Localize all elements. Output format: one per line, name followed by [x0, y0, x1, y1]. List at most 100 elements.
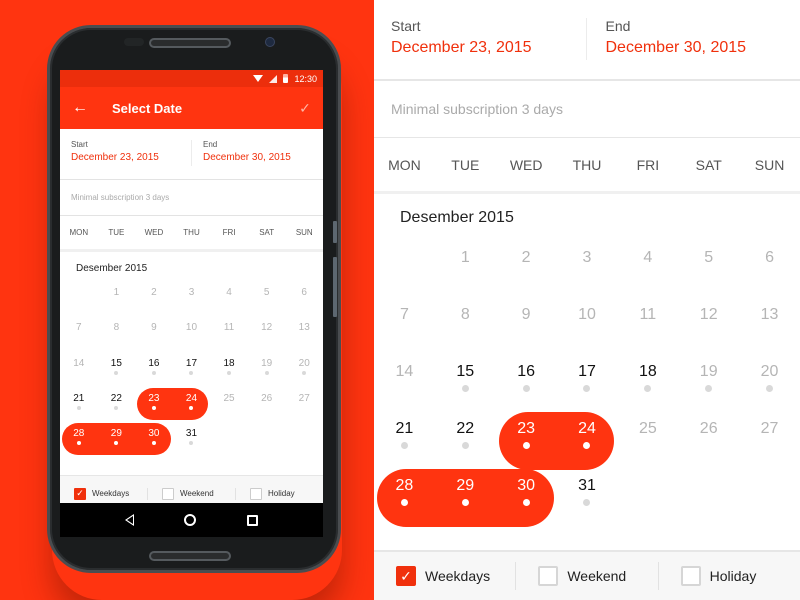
availability-dot-icon — [705, 385, 713, 392]
checkbox-icon[interactable] — [680, 566, 701, 586]
filter-weekend[interactable]: Weekend — [147, 487, 235, 500]
android-nav-bar — [60, 503, 323, 537]
checkbox-checked-icon[interactable]: ✓ — [396, 566, 416, 586]
day-number: 22 — [110, 392, 122, 404]
day-number: 5 — [263, 287, 270, 298]
checkbox-icon[interactable] — [250, 487, 262, 500]
availability-dot-icon — [189, 370, 194, 375]
weekday-label: FRI — [222, 228, 236, 237]
calendar-day: 13 — [739, 306, 800, 324]
phone-camera — [265, 37, 275, 47]
calendar-day: 12 — [678, 306, 739, 324]
calendar-day[interactable]: 21 — [374, 420, 435, 449]
calendar-day[interactable]: 20 — [739, 363, 800, 392]
start-date-field[interactable]: Start December 23, 2015 — [374, 18, 586, 79]
filter-holiday[interactable]: Holiday — [657, 562, 800, 590]
filter-label: Weekdays — [425, 568, 491, 584]
calendar-day[interactable]: 22 — [435, 420, 496, 449]
calendar-day[interactable]: 28 — [374, 477, 435, 506]
calendar-day: 1 — [98, 287, 136, 298]
nav-home-icon[interactable] — [184, 514, 197, 526]
calendar-day[interactable]: 26 — [248, 393, 286, 404]
day-number: 1 — [113, 287, 120, 298]
calendar-day[interactable]: 30 — [135, 428, 173, 446]
day-number: 1 — [460, 249, 470, 266]
weekday-header: MON TUE WED THU FRI SAT SUN — [374, 138, 800, 194]
calendar-day[interactable]: 17 — [557, 363, 618, 392]
calendar-day[interactable]: 24 — [557, 420, 618, 449]
weekday-header: MON TUE WED THU FRI SAT SUN — [60, 216, 323, 252]
day-number: 28 — [395, 477, 414, 494]
calendar-day[interactable]: 29 — [435, 477, 496, 506]
end-date-field[interactable]: End December 30, 2015 — [191, 140, 323, 166]
day-number: 9 — [151, 322, 157, 334]
calendar-day[interactable]: 31 — [173, 428, 211, 446]
calendar-day[interactable]: 26 — [678, 420, 739, 438]
filter-weekdays[interactable]: ✓ Weekdays — [60, 487, 147, 500]
availability-dot-icon — [151, 405, 156, 410]
day-number: 8 — [113, 322, 120, 334]
calendar-day[interactable]: 22 — [98, 393, 136, 410]
start-date-field[interactable]: Start December 23, 2015 — [60, 140, 191, 179]
phone-volume-button — [333, 257, 337, 317]
calendar-day[interactable]: 15 — [98, 358, 136, 375]
filter-weekend[interactable]: Weekend — [515, 562, 657, 590]
calendar-day: 14 — [60, 358, 98, 369]
calendar-day[interactable]: 15 — [435, 363, 496, 392]
end-value: December 30, 2015 — [203, 152, 291, 163]
calendar-day: 2 — [135, 287, 173, 298]
calendar-day[interactable]: 16 — [135, 358, 173, 375]
checkbox-icon[interactable] — [162, 487, 174, 500]
filter-holiday[interactable]: Holiday — [235, 487, 323, 500]
day-number: 13 — [298, 322, 310, 334]
nav-back-icon[interactable] — [125, 514, 135, 526]
calendar-day: 5 — [678, 249, 739, 267]
availability-dot-icon — [766, 385, 774, 392]
calendar-day[interactable]: 28 — [60, 428, 98, 446]
calendar-day: 12 — [248, 322, 286, 333]
calendar-day[interactable]: 24 — [173, 393, 211, 410]
day-number: 8 — [460, 306, 470, 323]
calendar-day: 9 — [135, 322, 173, 333]
day-number: 2 — [521, 249, 531, 266]
calendar-day[interactable]: 25 — [617, 420, 678, 438]
checkbox-checked-icon[interactable]: ✓ — [74, 487, 86, 500]
calendar-day[interactable]: 18 — [617, 363, 678, 392]
calendar-day[interactable]: 21 — [60, 393, 98, 410]
calendar-day[interactable]: 19 — [678, 363, 739, 392]
calendar-day[interactable]: 27 — [285, 393, 323, 404]
calendar-day[interactable]: 18 — [210, 358, 248, 375]
filter-weekdays[interactable]: ✓ Weekdays — [374, 562, 515, 590]
phone-earpiece — [149, 38, 231, 48]
calendar-day[interactable]: 29 — [98, 428, 136, 446]
red-background: 12:30 ← Select Date ✓ Start December 23,… — [0, 0, 374, 600]
day-number: 27 — [760, 420, 779, 437]
day-number: 15 — [456, 363, 475, 380]
nav-recents-icon[interactable] — [246, 514, 258, 526]
availability-dot-icon — [151, 441, 156, 446]
calendar-day[interactable]: 23 — [496, 420, 557, 449]
calendar-day[interactable]: 25 — [210, 393, 248, 404]
phone-power-button — [333, 221, 337, 243]
calendar-day[interactable]: 31 — [557, 477, 618, 506]
calendar-day: 1 — [435, 249, 496, 267]
filter-label: Weekend — [567, 568, 627, 584]
subscription-notice: Minimal subscription 3 days — [60, 180, 323, 216]
calendar-day: 3 — [557, 249, 618, 267]
calendar-day[interactable]: 19 — [248, 358, 286, 375]
back-arrow-icon[interactable]: ← — [60, 99, 100, 117]
weekday-label: WED — [144, 228, 164, 237]
calendar-day[interactable]: 23 — [135, 393, 173, 410]
checkbox-icon[interactable] — [538, 566, 559, 586]
weekday-label: SUN — [754, 156, 785, 173]
calendar-day[interactable]: 27 — [739, 420, 800, 438]
calendar-day: 3 — [173, 287, 211, 298]
calendar-day[interactable]: 17 — [173, 358, 211, 375]
phone-sensor — [124, 38, 144, 46]
availability-dot-icon — [461, 442, 469, 449]
calendar-day[interactable]: 16 — [496, 363, 557, 392]
calendar-day[interactable]: 20 — [285, 358, 323, 375]
confirm-check-icon[interactable]: ✓ — [287, 100, 323, 117]
end-date-field[interactable]: End December 30, 2015 — [585, 18, 800, 60]
calendar-day[interactable]: 30 — [496, 477, 557, 506]
